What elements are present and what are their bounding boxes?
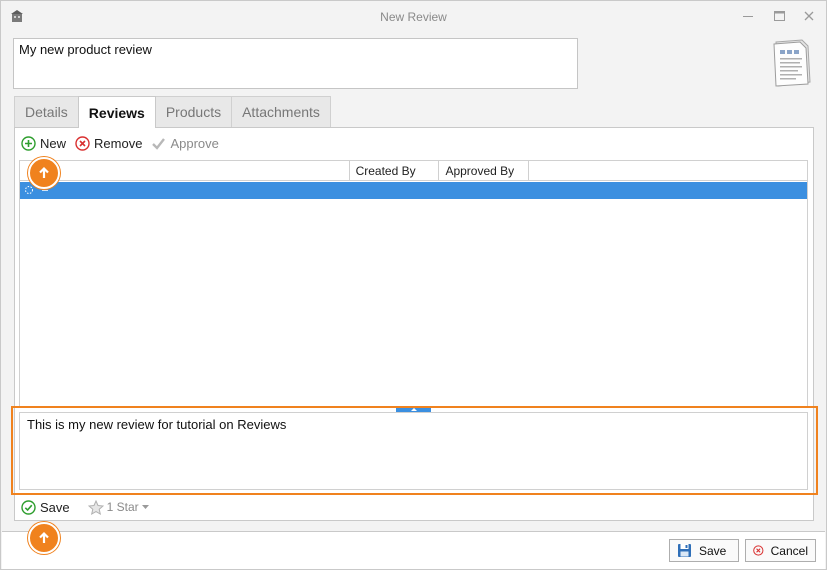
cancel-button[interactable]: Cancel	[745, 539, 816, 562]
plus-circle-icon	[21, 135, 36, 151]
remove-circle-icon	[75, 135, 90, 151]
minimize-icon	[743, 16, 753, 17]
maximize-button[interactable]	[768, 7, 790, 25]
save-review-button[interactable]: Save	[21, 500, 70, 515]
tab-reviews[interactable]: Reviews	[77, 96, 156, 128]
splitter-arrow-icon	[411, 408, 417, 411]
approve-label: Approve	[170, 135, 219, 151]
callout-arrow-up-icon	[28, 157, 60, 189]
cancel-label: Cancel	[770, 543, 808, 558]
checkmark-icon	[152, 137, 166, 150]
rating-label: 1 Star	[106, 500, 139, 514]
callout-arrow-up-icon	[28, 522, 60, 554]
floppy-disk-icon	[678, 544, 691, 557]
column-header-filler	[529, 161, 807, 180]
close-icon	[804, 11, 814, 21]
new-label: New	[40, 135, 67, 151]
document-icon	[773, 39, 811, 87]
maximize-icon	[773, 11, 785, 21]
column-header-approved-by[interactable]: Approved By	[439, 161, 530, 180]
new-review-window: New Review My new product review Details…	[0, 0, 827, 570]
row-editor-caret	[42, 190, 48, 191]
grid-header: Created By Approved By	[20, 161, 807, 181]
approve-review-button[interactable]: Approve	[151, 135, 219, 151]
review-text-editor[interactable]: This is my new review for tutorial on Re…	[19, 412, 808, 490]
save-review-label: Save	[40, 499, 70, 515]
remove-label: Remove	[94, 135, 143, 151]
review-title-input[interactable]: My new product review	[13, 38, 578, 89]
window-title: New Review	[380, 10, 447, 24]
row-editing-icon	[25, 186, 33, 194]
title-bar: New Review	[1, 1, 826, 32]
minimize-button[interactable]	[737, 7, 759, 25]
tab-products[interactable]: Products	[154, 96, 233, 127]
column-header-review[interactable]	[20, 161, 350, 180]
editor-toolbar: Save 1 Star	[21, 498, 149, 516]
save-label: Save	[699, 543, 727, 558]
check-circle-icon	[21, 499, 36, 515]
rating-dropdown[interactable]: 1 Star	[87, 499, 149, 515]
tab-attachments[interactable]: Attachments	[231, 96, 331, 127]
table-row-selected[interactable]	[20, 182, 807, 199]
save-button[interactable]: Save	[669, 539, 739, 562]
tab-strip: Details Reviews Products Attachments	[14, 96, 331, 128]
close-button[interactable]	[798, 7, 820, 25]
new-review-button[interactable]: New	[21, 136, 66, 151]
caret-down-icon	[141, 504, 149, 509]
remove-review-button[interactable]: Remove	[75, 136, 142, 151]
tab-details[interactable]: Details	[14, 96, 79, 127]
cancel-circle-icon	[753, 545, 764, 556]
reviews-toolbar: New Remove Approve	[21, 134, 228, 152]
reviews-grid: Created By Approved By	[19, 160, 808, 407]
star-icon	[87, 499, 104, 515]
column-header-created-by[interactable]: Created By	[350, 161, 440, 180]
